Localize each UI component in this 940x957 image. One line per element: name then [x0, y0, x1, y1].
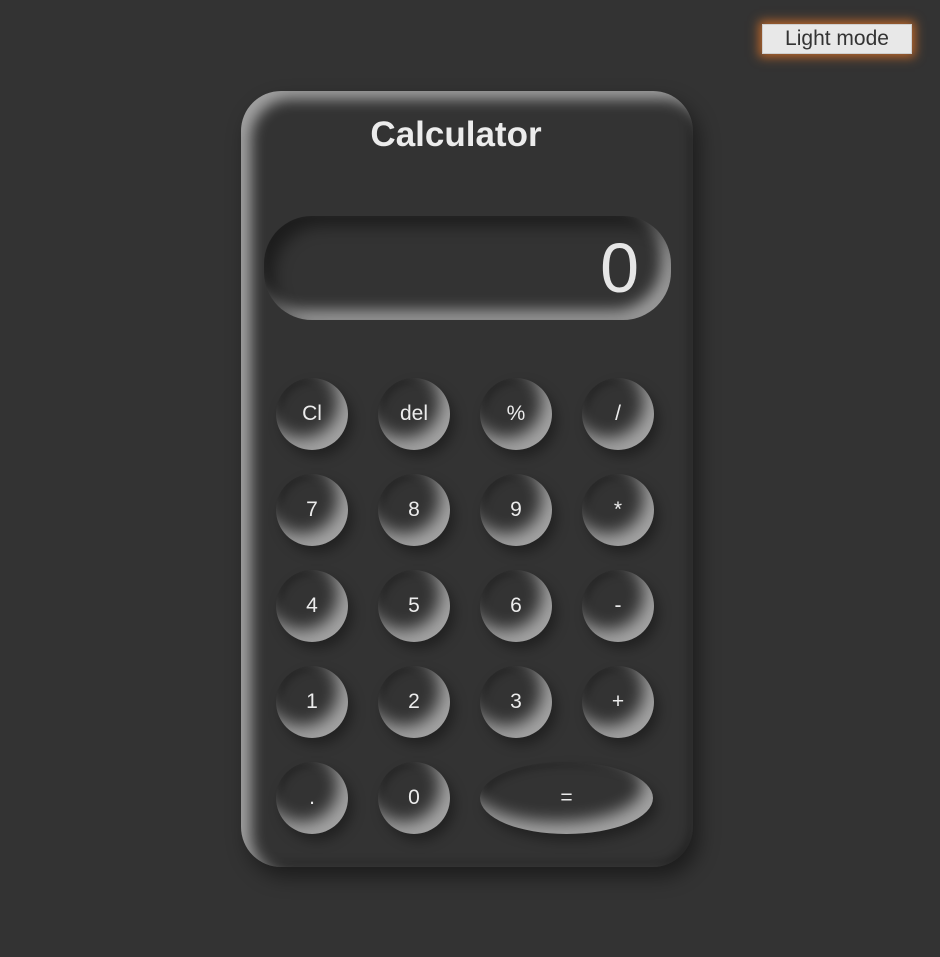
display-value: 0	[600, 229, 639, 307]
calculator-title: Calculator	[370, 115, 542, 154]
digit-0-button[interactable]: 0	[378, 762, 450, 834]
digit-7-button[interactable]: 7	[276, 474, 348, 546]
delete-button[interactable]: del	[378, 378, 450, 450]
multiply-button[interactable]: *	[582, 474, 654, 546]
percent-button[interactable]: %	[480, 378, 552, 450]
decimal-button[interactable]: .	[276, 762, 348, 834]
clear-button[interactable]: Cl	[276, 378, 348, 450]
digit-6-button[interactable]: 6	[480, 570, 552, 642]
calculator-display: 0	[264, 216, 671, 320]
calculator-panel: Calculator 0 Cl del % / 7 8 9 * 4 5 6 - …	[241, 91, 693, 867]
add-button[interactable]: +	[582, 666, 654, 738]
digit-8-button[interactable]: 8	[378, 474, 450, 546]
digit-2-button[interactable]: 2	[378, 666, 450, 738]
digit-1-button[interactable]: 1	[276, 666, 348, 738]
subtract-button[interactable]: -	[582, 570, 654, 642]
digit-4-button[interactable]: 4	[276, 570, 348, 642]
light-mode-button[interactable]: Light mode	[762, 24, 912, 54]
equals-button[interactable]: =	[480, 762, 653, 834]
digit-5-button[interactable]: 5	[378, 570, 450, 642]
digit-9-button[interactable]: 9	[480, 474, 552, 546]
divide-button[interactable]: /	[582, 378, 654, 450]
digit-3-button[interactable]: 3	[480, 666, 552, 738]
